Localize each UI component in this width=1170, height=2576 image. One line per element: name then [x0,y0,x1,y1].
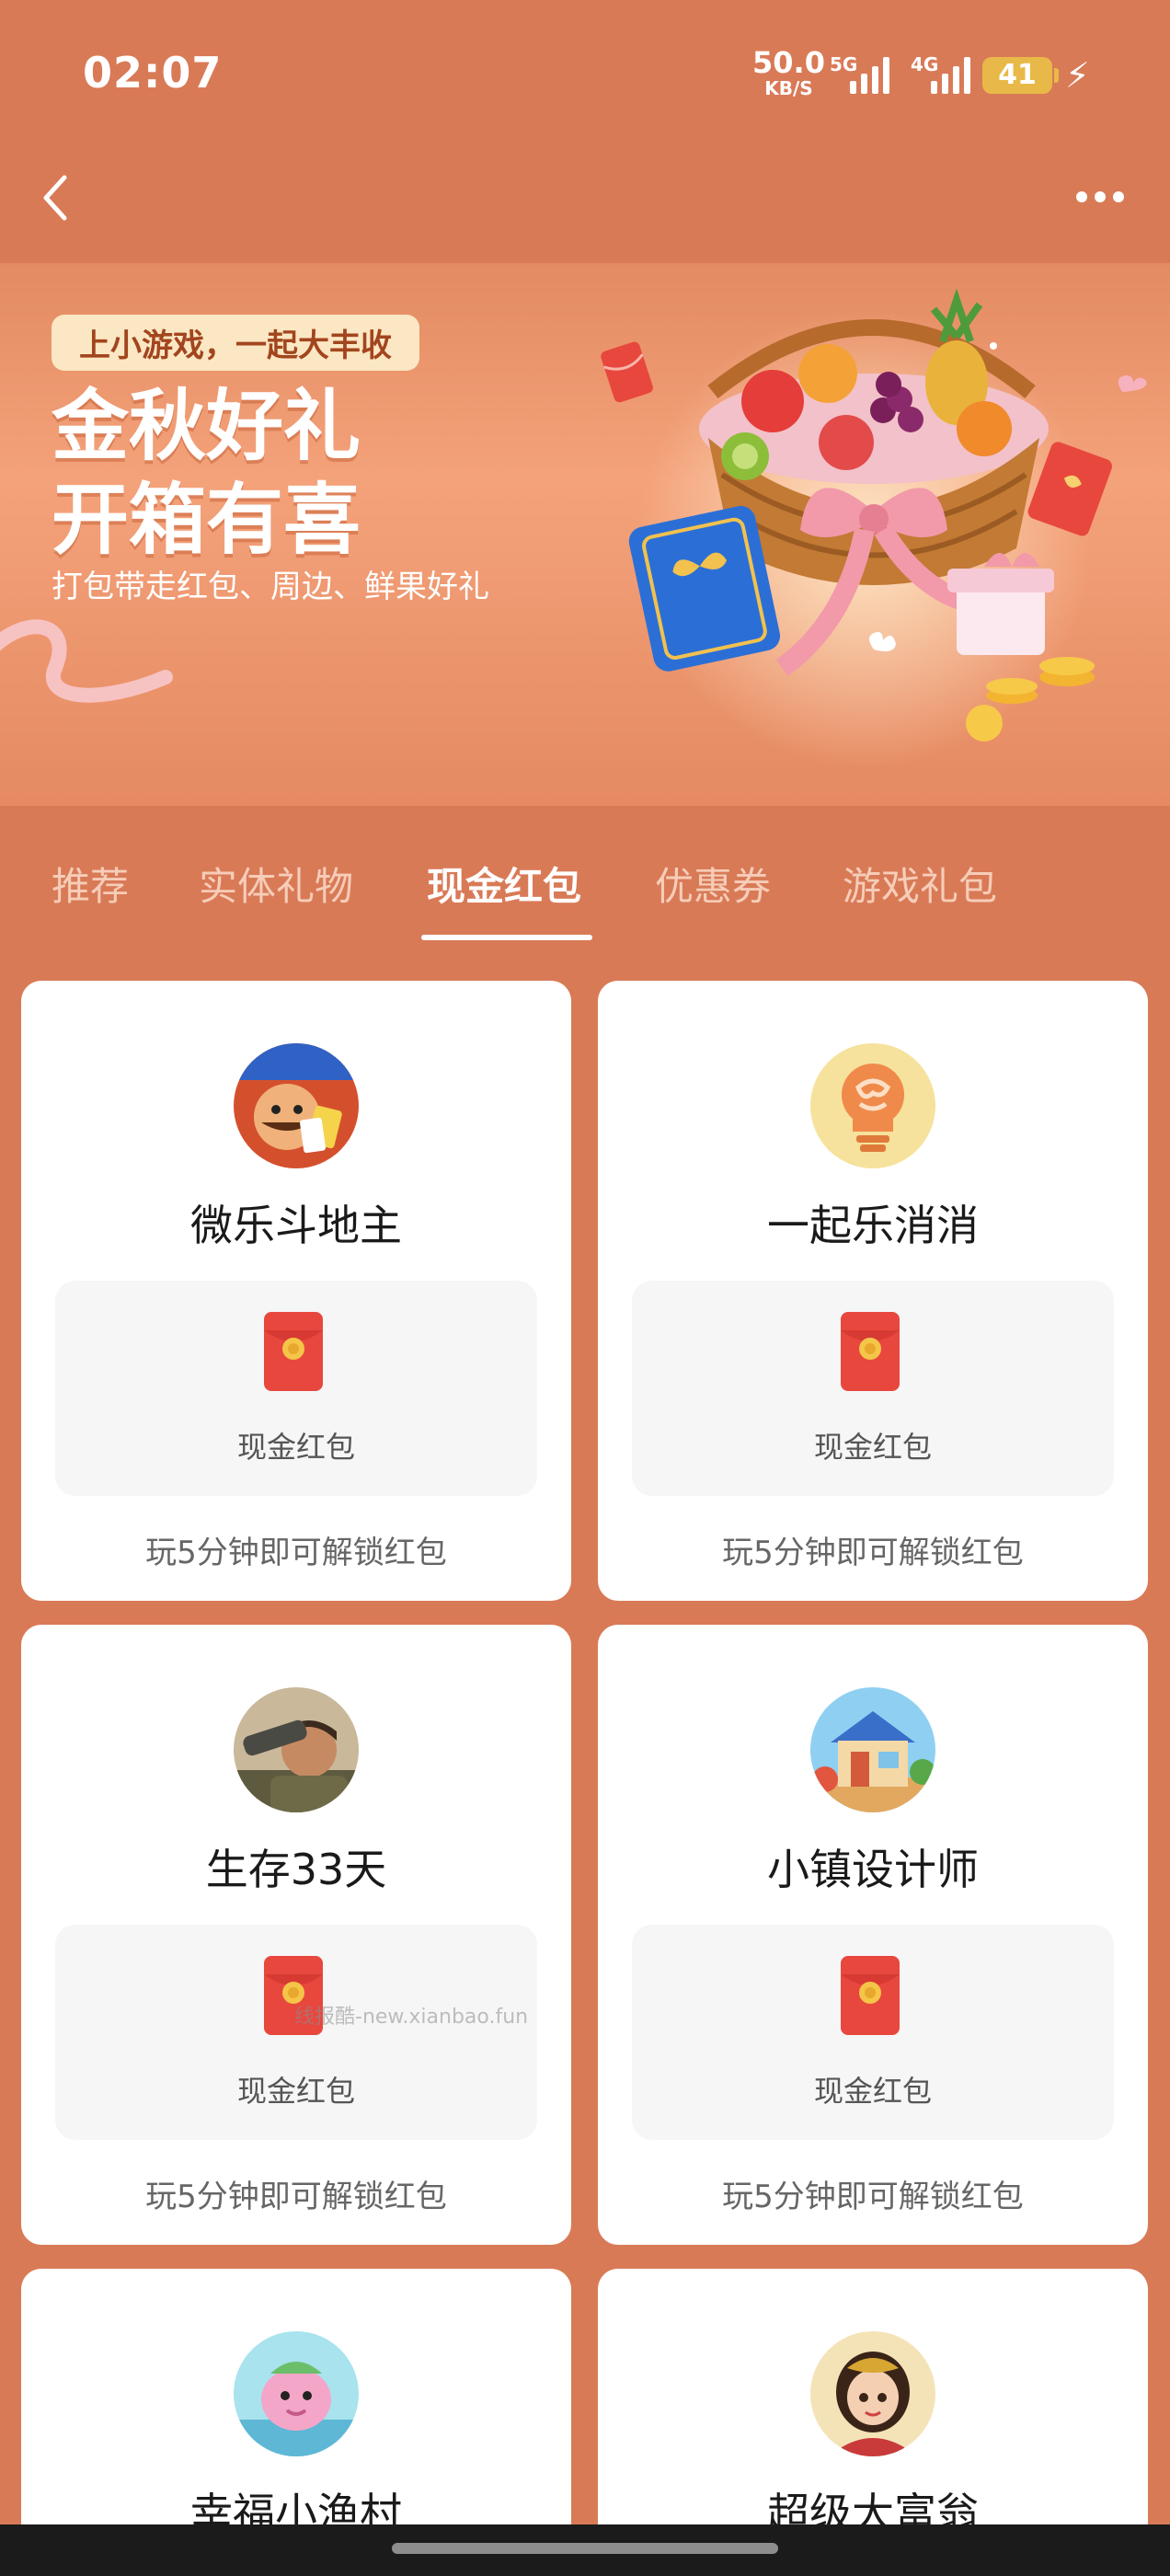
game-name: 一起乐消消 [767,1201,979,1250]
battery-icon: 41 [982,57,1059,94]
doudizhu-avatar-icon [234,1043,359,1168]
active-tab-indicator [421,935,592,940]
chevron-left-icon [43,175,67,221]
status-bar: 02:07 50.0 KB/S 5G 4G 41 ⚡ [0,0,1170,147]
red-envelope-icon [841,1312,900,1391]
fruit-basket-gift-illustration [601,288,1147,742]
network-speed-unit: KB/S [764,77,813,99]
reward-label: 现金红包 [236,2074,355,2109]
unlock-hint: 玩5分钟即可解锁红包 [722,2179,1024,2215]
game-card[interactable]: 微乐斗地主 现金红包 玩5分钟即可解锁红包 [21,981,571,1601]
more-dot-icon [1076,191,1087,202]
more-options-button[interactable] [1076,184,1128,210]
ribbon-decoration-icon [0,619,173,703]
red-envelope-icon [264,1312,323,1391]
system-navigation-bar [0,2524,1170,2576]
category-tabs: 推荐 实体礼物 现金红包 优惠券 游戏礼包 [0,856,1170,948]
game-name: 生存33天 [205,1845,387,1894]
status-time: 02:07 [83,48,223,98]
house-avatar-icon [810,1687,935,1812]
promo-banner[interactable]: 上小游戏，一起大丰收 金秋好礼 开箱有喜 打包带走红包、周边、鲜果好礼 [0,263,1170,806]
banner-subline: 打包带走红包、周边、鲜果好礼 [52,569,489,605]
reward-label: 现金红包 [236,1430,355,1465]
tab-game-gift-packs[interactable]: 游戏礼包 [843,856,997,912]
tab-coupons[interactable]: 优惠券 [655,856,771,912]
banner-headline: 金秋好礼 开箱有喜 [52,379,361,567]
signal-5g-icon: 5G [830,53,896,94]
tab-cash-red-packet[interactable]: 现金红包 [427,856,581,912]
soldier-avatar-icon [234,1687,359,1812]
network-speed-value: 50.0 [752,45,825,80]
more-dot-icon [1095,191,1106,202]
game-name: 小镇设计师 [767,1845,979,1894]
game-card[interactable]: 生存33天 现金红包 玩5分钟即可解锁红包 [21,1625,571,2245]
game-name: 微乐斗地主 [190,1201,402,1250]
back-button[interactable] [37,170,83,225]
more-dot-icon [1113,191,1124,202]
reward-box: 现金红包 [632,1925,1114,2140]
tab-recommended[interactable]: 推荐 [52,856,129,912]
reward-box: 现金红包 [55,1925,537,2140]
red-envelope-icon [841,1956,900,2035]
signal-4g-icon: 4G [911,53,977,94]
game-card[interactable]: 一起乐消消 现金红包 玩5分钟即可解锁红包 [598,981,1148,1601]
game-card[interactable]: 小镇设计师 现金红包 玩5分钟即可解锁红包 [598,1625,1148,2245]
tab-physical-gifts[interactable]: 实体礼物 [199,856,353,912]
banner-headline-line1: 金秋好礼 [52,381,361,471]
lightbulb-brain-icon [810,1043,935,1168]
watermark-text: 线报酷-new.xianbao.fun [294,2006,529,2029]
unlock-hint: 玩5分钟即可解锁红包 [722,1535,1024,1571]
girl-avatar-icon [810,2331,935,2456]
charging-bolt-icon: ⚡ [1065,55,1090,96]
banner-headline-line2: 开箱有喜 [52,475,361,565]
network-speed: 50.0 KB/S [752,48,825,98]
unlock-hint: 玩5分钟即可解锁红包 [145,1535,447,1571]
banner-tagline: 上小游戏，一起大丰收 [52,315,419,371]
reward-label: 现金红包 [813,2074,932,2109]
reward-box: 现金红包 [632,1281,1114,1496]
home-indicator[interactable] [392,2543,778,2554]
reward-label: 现金红包 [813,1430,932,1465]
reward-box: 现金红包 [55,1281,537,1496]
unlock-hint: 玩5分钟即可解锁红包 [145,2179,447,2215]
pink-fish-avatar-icon [234,2331,359,2456]
